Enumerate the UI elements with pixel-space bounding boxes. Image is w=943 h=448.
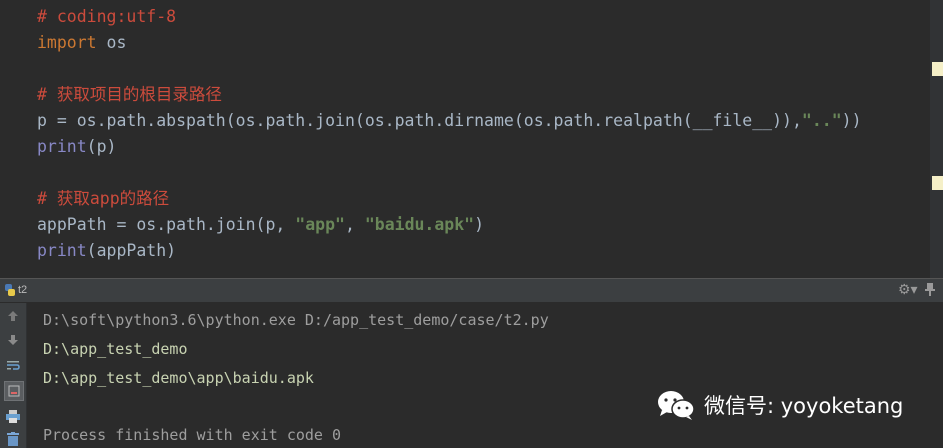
string-literal: "baidu.apk" <box>364 215 475 234</box>
trash-icon[interactable] <box>4 430 22 448</box>
console-command-line: D:\soft\python3.6\python.exe D:/app_test… <box>43 311 549 329</box>
console-exit-line: Process finished with exit code 0 <box>43 426 342 444</box>
code-editor[interactable]: # coding:utf-8 import os # 获取项目的根目录路径 p … <box>0 0 930 278</box>
console-output[interactable]: D:\soft\python3.6\python.exe D:/app_test… <box>27 303 943 448</box>
watermark: 微信号: yoyoketang <box>656 385 903 425</box>
builtin-print: print <box>37 241 87 260</box>
run-toolbar <box>0 303 27 448</box>
arrow-down-icon[interactable] <box>4 331 22 349</box>
watermark-text: 微信号: yoyoketang <box>704 394 904 418</box>
code-line-9: appPath = os.path.join(p, "app", "baidu.… <box>37 212 484 238</box>
soft-wrap-icon[interactable] <box>4 356 22 374</box>
string-literal: "app" <box>295 215 345 234</box>
code-line-5: p = os.path.abspath(os.path.join(os.path… <box>37 108 862 134</box>
code-text: , <box>344 215 365 234</box>
code-line-8: # 获取app的路径 <box>37 189 170 208</box>
wechat-icon <box>658 391 695 420</box>
code-line-10: print(appPath) <box>37 238 176 264</box>
code-line-1: # coding:utf-8 <box>37 7 177 26</box>
run-panel-header: t2 ⚙▾ <box>0 279 943 303</box>
code-line-2: import os <box>37 30 126 56</box>
string-literal: ".." <box>801 111 842 130</box>
builtin-print: print <box>37 137 87 156</box>
warning-marker[interactable] <box>932 176 943 190</box>
code-text: (p) <box>86 137 117 156</box>
warning-marker[interactable] <box>932 62 943 76</box>
keyword-import: import <box>37 33 97 52</box>
code-text: appPath = os.path.join(p, <box>37 215 296 234</box>
console-output-line: D:\app_test_demo\app\baidu.apk <box>43 369 314 387</box>
scroll-to-end-icon[interactable] <box>4 381 24 401</box>
arrow-up-icon[interactable] <box>4 307 22 325</box>
gear-icon[interactable]: ⚙▾ <box>898 281 918 298</box>
code-text: ) <box>474 215 485 234</box>
code-text: p = os.path.abspath(os.path.join(os.path… <box>37 111 802 130</box>
print-icon[interactable] <box>4 407 22 425</box>
code-text: )) <box>841 111 862 130</box>
run-tab-label[interactable]: t2 <box>18 283 27 297</box>
pin-icon[interactable] <box>925 282 935 296</box>
code-line-4: # 获取项目的根目录路径 <box>37 85 222 104</box>
python-icon <box>5 284 15 296</box>
console-output-line: D:\app_test_demo <box>43 340 188 358</box>
editor-scrollbar[interactable] <box>930 0 943 278</box>
code-line-6: print(p) <box>37 134 116 160</box>
code-text: os <box>96 33 127 52</box>
code-text: (appPath) <box>86 241 177 260</box>
